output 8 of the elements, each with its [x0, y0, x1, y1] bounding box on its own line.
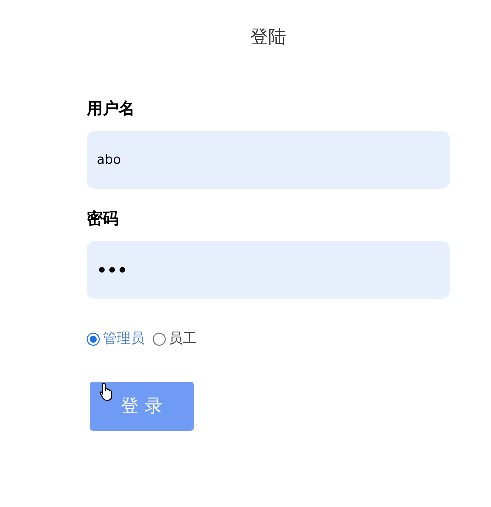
username-field[interactable]: abo	[87, 131, 450, 189]
role-radio[interactable]: 管理员	[87, 329, 145, 350]
field-label: 用户名	[87, 98, 136, 120]
page-title: 登陆	[250, 26, 286, 50]
password-field[interactable]: •••	[87, 241, 450, 299]
role-radio[interactable]: 员工	[153, 329, 197, 350]
hand-cursor-icon	[99, 382, 115, 402]
field-label: 密码	[87, 208, 120, 230]
